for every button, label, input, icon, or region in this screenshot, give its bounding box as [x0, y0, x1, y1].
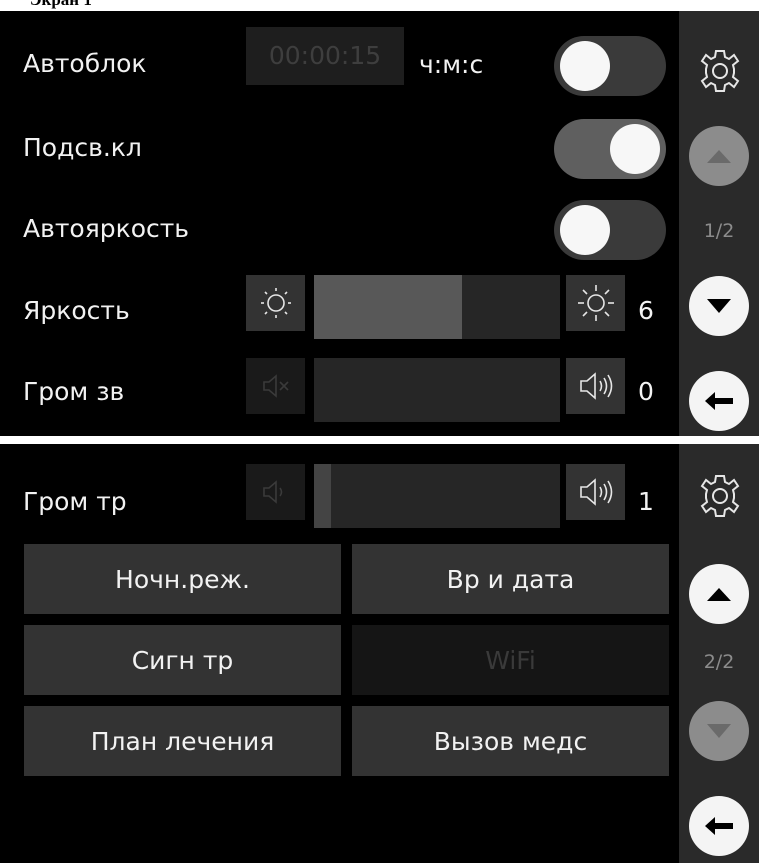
wifi-button[interactable]: WiFi: [352, 625, 669, 695]
settings-page-1: Автоблок 00:00:15 ч:м:с Подсв.кл Автоярк…: [0, 11, 759, 436]
gear-icon[interactable]: [696, 47, 744, 95]
backlight-toggle[interactable]: [554, 119, 666, 179]
page-header: Экран 1: [0, 0, 759, 11]
volume-alarm-value: 1: [638, 487, 654, 516]
gear-icon[interactable]: [696, 472, 744, 520]
autolock-toggle[interactable]: [554, 36, 666, 96]
volume-up-button[interactable]: [566, 358, 625, 414]
volume-up-button[interactable]: [566, 464, 625, 520]
slider-fill: [314, 464, 332, 528]
autobrightness-label: Автояркость: [23, 214, 190, 243]
autobrightness-toggle[interactable]: [554, 200, 666, 260]
volume-sound-slider[interactable]: [314, 358, 560, 422]
mute-button[interactable]: [246, 358, 305, 414]
toggle-knob: [610, 124, 660, 174]
autolock-time-value: 00:00:15: [268, 41, 382, 70]
speaker-low-icon: [262, 480, 282, 504]
speaker-loud-icon: [579, 478, 612, 506]
arrow-up-icon: [707, 150, 731, 163]
volume-sound-value: 0: [638, 377, 654, 406]
sun-large-icon: [577, 285, 614, 321]
arrow-left-icon: [705, 817, 733, 835]
page-indicator: 2/2: [703, 651, 735, 673]
brightness-value: 6: [638, 296, 654, 325]
scroll-up-button[interactable]: [689, 126, 749, 186]
autolock-time-field[interactable]: 00:00:15: [246, 27, 404, 85]
call-nurse-button[interactable]: Вызов медс: [352, 706, 669, 776]
scroll-down-button[interactable]: [689, 276, 749, 336]
volume-sound-label: Гром зв: [23, 377, 125, 406]
toggle-knob: [560, 41, 610, 91]
brightness-slider[interactable]: [314, 275, 560, 339]
speaker-mute-icon: [262, 374, 289, 398]
night-mode-button[interactable]: Ночн.реж.: [24, 544, 341, 614]
arrow-down-icon: [707, 724, 731, 738]
arrow-down-icon: [707, 299, 731, 313]
toggle-knob: [560, 205, 610, 255]
volume-alarm-label: Гром тр: [23, 487, 127, 516]
backlight-label: Подсв.кл: [23, 133, 142, 162]
back-button[interactable]: [689, 796, 749, 856]
settings-page-2: Гром тр 1 Ночн.реж. Вр и дата Сигн тр Wi…: [0, 444, 759, 863]
back-button[interactable]: [689, 371, 749, 431]
slider-fill: [314, 275, 462, 339]
volume-down-button[interactable]: [246, 464, 305, 520]
scroll-up-button[interactable]: [689, 564, 749, 624]
sun-small-icon: [260, 288, 291, 318]
page-indicator: 1/2: [703, 220, 735, 242]
brightness-up-button[interactable]: [566, 275, 625, 331]
scroll-down-button[interactable]: [689, 701, 749, 761]
brightness-down-button[interactable]: [246, 275, 305, 331]
speaker-loud-icon: [579, 372, 612, 400]
arrow-left-icon: [705, 392, 733, 410]
arrow-up-icon: [707, 588, 731, 601]
autolock-unit: ч:м:с: [419, 50, 484, 79]
brightness-label: Яркость: [23, 296, 130, 325]
header-text: Экран 1: [30, 0, 92, 10]
autolock-label: Автоблок: [23, 49, 147, 78]
volume-alarm-slider[interactable]: [314, 464, 560, 528]
time-date-button[interactable]: Вр и дата: [352, 544, 669, 614]
treatment-plan-button[interactable]: План лечения: [24, 706, 341, 776]
alarm-signal-button[interactable]: Сигн тр: [24, 625, 341, 695]
